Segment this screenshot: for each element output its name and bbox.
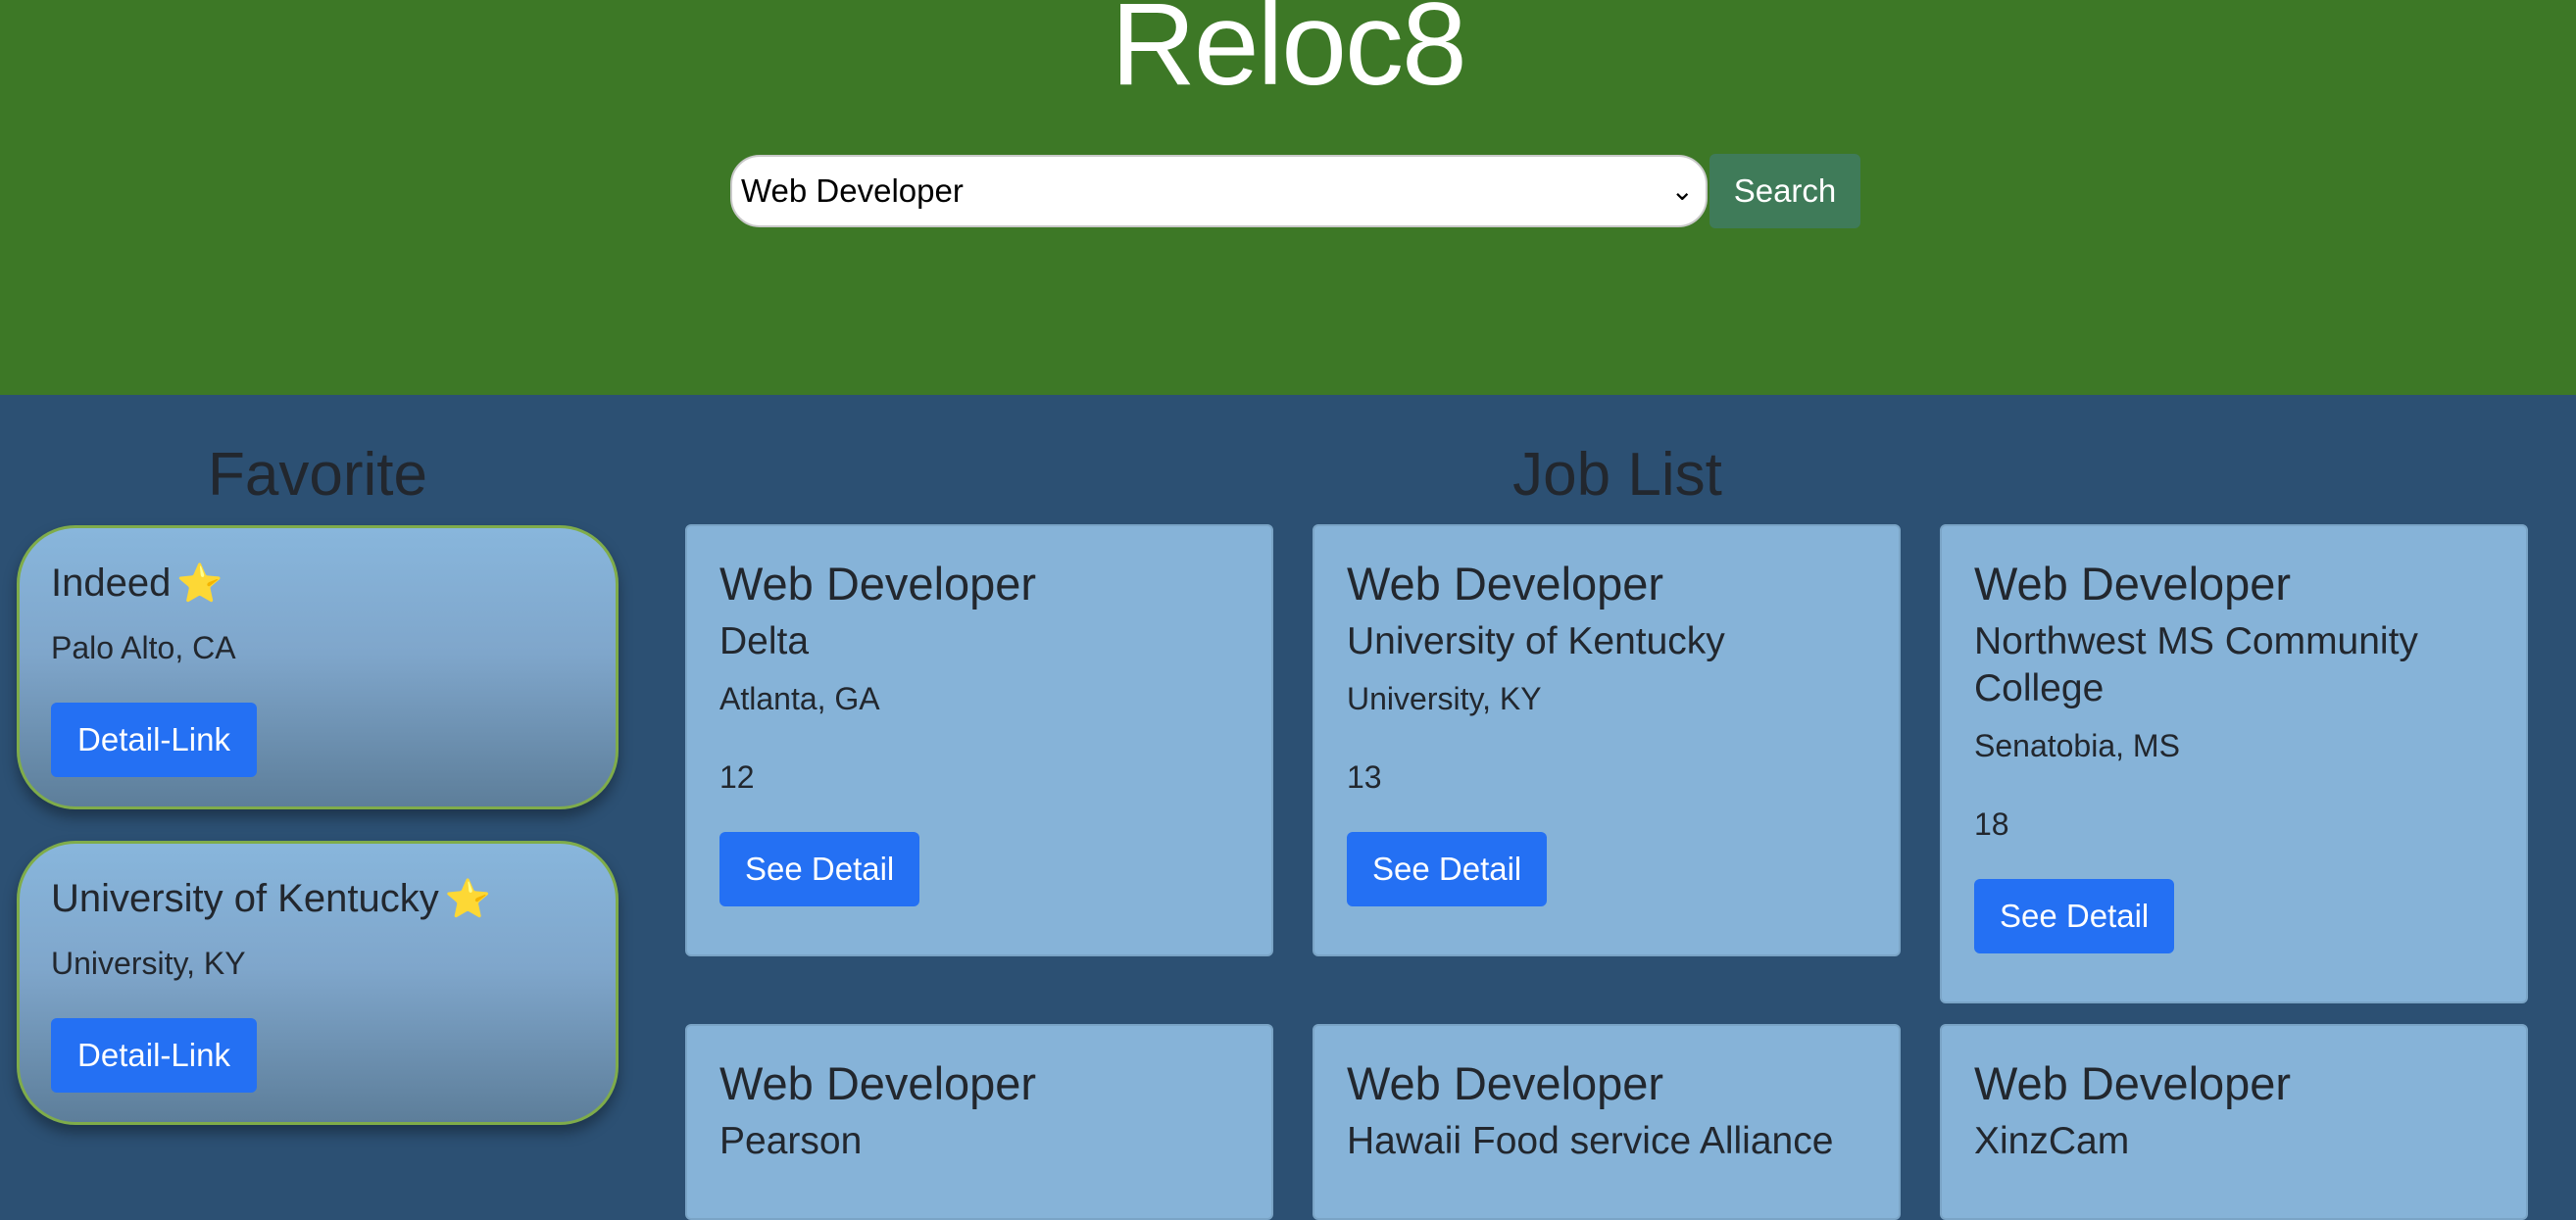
job-title-select-value: Web Developer (741, 172, 964, 209)
job-title: Web Developer (1347, 558, 1664, 610)
brand-title: Reloc8 (1111, 0, 1467, 110)
job-count: 18 (1974, 806, 2009, 842)
job-card: Web Developer Pearson (685, 1024, 1273, 1220)
job-title: Web Developer (719, 1057, 1037, 1109)
job-title: Web Developer (1974, 558, 2292, 610)
job-card: Web Developer Hawaii Food service Allian… (1313, 1024, 1901, 1220)
detail-link-button[interactable]: Detail-Link (51, 1018, 257, 1093)
job-card: Web Developer XinzCam (1940, 1024, 2528, 1220)
star-icon: ⭐ (176, 563, 223, 605)
favorite-heading: Favorite (208, 441, 427, 509)
job-company: Pearson (719, 1120, 863, 1162)
job-company: Hawaii Food service Alliance (1347, 1120, 1834, 1162)
job-title: Web Developer (1347, 1057, 1664, 1109)
see-detail-button[interactable]: See Detail (1974, 879, 2175, 953)
job-company: Northwest MS Community College (1974, 620, 2418, 709)
job-title: Web Developer (1974, 1057, 2292, 1109)
job-card: Web Developer Delta Atlanta, GA 12 See D… (685, 524, 1273, 956)
see-detail-button[interactable]: See Detail (1347, 832, 1548, 906)
detail-link-button[interactable]: Detail-Link (51, 703, 257, 777)
see-detail-button[interactable]: See Detail (719, 832, 920, 906)
job-count: 13 (1347, 759, 1382, 795)
job-card: Web Developer Northwest MS Community Col… (1940, 524, 2528, 1003)
job-title: Web Developer (719, 558, 1037, 610)
star-icon: ⭐ (444, 879, 492, 920)
job-location: Senatobia, MS (1974, 728, 2180, 763)
job-card: Web Developer University of Kentucky Uni… (1313, 524, 1901, 956)
favorite-card: Indeed ⭐ Palo Alto, CA Detail-Link (17, 525, 619, 809)
job-title-select[interactable]: Web Developer ⌄ (730, 155, 1708, 227)
job-company: Delta (719, 620, 810, 662)
search-bar: Web Developer ⌄ Search (730, 154, 1860, 228)
job-count: 12 (719, 759, 755, 795)
job-company: University of Kentucky (1347, 620, 1725, 662)
job-location: University, KY (1347, 681, 1542, 716)
job-location: Atlanta, GA (719, 681, 880, 716)
header: Reloc8 Web Developer ⌄ Search (0, 0, 2576, 395)
favorite-name: Indeed (51, 561, 172, 605)
favorite-card: University of Kentucky ⭐ University, KY D… (17, 841, 619, 1125)
favorite-name: University of Kentucky (51, 877, 439, 920)
job-company: XinzCam (1974, 1120, 2130, 1162)
job-list-heading: Job List (1512, 441, 1722, 509)
search-button[interactable]: Search (1709, 154, 1860, 228)
chevron-down-icon: ⌄ (1670, 175, 1694, 206)
favorite-location: University, KY (51, 946, 246, 981)
favorite-location: Palo Alto, CA (51, 630, 236, 665)
